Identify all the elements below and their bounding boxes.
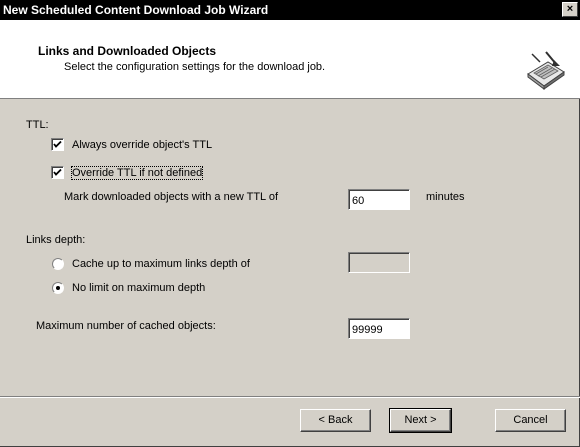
always-override-ttl-checkbox[interactable] [51, 138, 64, 151]
cache-up-to-depth-label: Cache up to maximum links depth of [72, 258, 250, 270]
cancel-button[interactable]: Cancel [495, 409, 566, 432]
button-separator [0, 396, 580, 398]
page-subtitle: Select the configuration settings for th… [64, 61, 326, 73]
ttl-group-label: TTL: [26, 119, 49, 131]
links-depth-group-label: Links depth: [26, 234, 86, 246]
radio-selected-dot [56, 286, 60, 290]
close-icon: × [566, 3, 574, 15]
no-limit-depth-radio[interactable] [52, 282, 64, 294]
max-cached-objects-input[interactable]: 99999 [348, 318, 410, 339]
ttl-minutes-input[interactable]: 60 [348, 189, 410, 210]
wizard-download-icon [527, 51, 565, 90]
override-ttl-if-not-defined-checkbox[interactable] [51, 166, 64, 179]
wizard-header: Links and Downloaded Objects Select the … [0, 20, 580, 99]
links-depth-input[interactable] [348, 252, 410, 273]
checkmark-icon [53, 168, 62, 176]
page-title: Links and Downloaded Objects [38, 44, 217, 58]
override-ttl-if-not-defined-label: Override TTL if not defined [70, 166, 204, 180]
next-button[interactable]: Next > [389, 408, 452, 433]
window-title: New Scheduled Content Download Job Wizar… [3, 3, 269, 17]
no-limit-depth-label: No limit on maximum depth [72, 282, 206, 294]
ttl-units-label: minutes [426, 191, 465, 203]
back-button[interactable]: < Back [300, 409, 371, 432]
max-cached-objects-label: Maximum number of cached objects: [36, 320, 216, 332]
close-button[interactable]: × [562, 2, 578, 17]
checkmark-icon [53, 140, 62, 148]
cache-up-to-depth-radio[interactable] [52, 258, 64, 270]
new-ttl-label: Mark downloaded objects with a new TTL o… [64, 191, 279, 203]
wizard-window: New Scheduled Content Download Job Wizar… [0, 0, 580, 447]
title-bar: New Scheduled Content Download Job Wizar… [0, 0, 580, 20]
next-button-label: Next > [404, 414, 437, 426]
always-override-ttl-label: Always override object's TTL [72, 139, 213, 151]
